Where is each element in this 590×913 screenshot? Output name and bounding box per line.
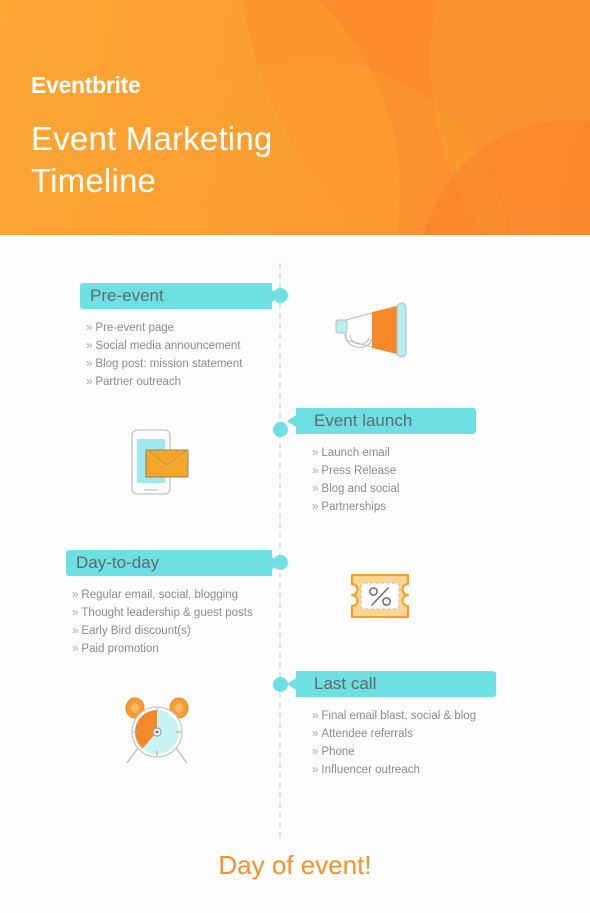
list-item-label: Paid promotion xyxy=(81,643,159,655)
section-label-event-launch: Event launch xyxy=(314,411,413,430)
section-label-bar-event-launch: Event launch xyxy=(287,408,476,434)
section-label-bar-pre-event: Pre-event xyxy=(80,283,281,309)
header-banner: Eventbrite Event Marketing Timeline xyxy=(0,0,590,235)
list-item-label: Attendee referrals xyxy=(321,728,413,740)
bullet-chevron-icon: » xyxy=(312,746,319,758)
list-item: » Attendee referrals xyxy=(312,725,496,743)
list-item-label: Press Release xyxy=(321,465,397,477)
label-pointer-icon xyxy=(287,678,296,690)
bullet-chevron-icon: » xyxy=(312,710,319,722)
megaphone-icon xyxy=(334,298,418,362)
timeline-node-dot xyxy=(273,422,288,437)
list-item: » Pre-event page xyxy=(86,319,272,337)
section-item-list-event-launch: » Launch email » Press Release » Blog and s… xyxy=(312,444,476,516)
list-item: » Blog and social xyxy=(312,480,476,498)
timeline-section-pre-event: Pre-event » Pre-event page » Social media … xyxy=(80,283,281,391)
eventbrite-logo: Eventbrite xyxy=(31,72,141,98)
list-item-label: Influencer outreach xyxy=(321,764,420,776)
infographic-page: Eventbrite Event Marketing Timeline Pre-… xyxy=(0,0,590,913)
list-item: » Launch email xyxy=(312,444,476,462)
list-item: » Partnerships xyxy=(312,498,476,516)
bullet-chevron-icon: » xyxy=(312,465,319,477)
phone-email-icon xyxy=(124,428,190,496)
alarm-clock-icon-svg xyxy=(125,697,189,764)
list-item-label: Phone xyxy=(321,746,355,758)
bullet-chevron-icon: » xyxy=(312,728,319,740)
list-item: » Blog post: mission statement xyxy=(86,355,272,373)
list-item-label: Early Bird discount(s) xyxy=(81,625,191,637)
bullet-chevron-icon: » xyxy=(86,376,93,388)
timeline-node-dot xyxy=(273,555,288,570)
timeline-node-dot xyxy=(273,677,288,692)
list-item: » Social media announcement xyxy=(86,337,272,355)
section-item-list-pre-event: » Pre-event page » Social media announceme… xyxy=(86,319,272,391)
list-item-label: Blog post: mission statement xyxy=(95,358,243,370)
list-item-label: Pre-event page xyxy=(95,322,175,334)
section-label-bar-last-call: Last call xyxy=(287,671,496,697)
timeline-section-day-to-day: Day-to-day » Regular email, social, blogg… xyxy=(66,550,281,658)
list-item-label: Launch email xyxy=(321,447,390,459)
bullet-chevron-icon: » xyxy=(312,447,319,459)
section-item-list-day-to-day: » Regular email, social, blogging » Though… xyxy=(72,586,272,658)
list-item-label: Blog and social xyxy=(321,483,400,495)
alarm-clock-icon xyxy=(122,696,192,766)
list-item-label: Final email blast, social & blog xyxy=(321,710,477,722)
megaphone-icon-svg xyxy=(335,302,407,358)
page-title-line-2: Timeline xyxy=(31,162,157,199)
page-title: Event Marketing Timeline xyxy=(31,118,451,202)
discount-ticket-icon xyxy=(348,571,412,621)
bullet-chevron-icon: » xyxy=(86,340,93,352)
footer-day-of-event: Day of event! xyxy=(218,850,372,880)
timeline-dashed-axis xyxy=(279,263,281,838)
list-item-label: Partnerships xyxy=(321,501,386,513)
list-item: » Press Release xyxy=(312,462,476,480)
bullet-chevron-icon: » xyxy=(72,625,79,637)
bullet-chevron-icon: » xyxy=(72,589,79,601)
section-label-pre-event: Pre-event xyxy=(90,286,164,305)
section-label-day-to-day: Day-to-day xyxy=(76,553,160,572)
list-item: » Final email blast, social & blog xyxy=(312,707,496,725)
list-item-label: Social media announcement xyxy=(95,340,241,352)
list-item: » Regular email, social, blogging xyxy=(72,586,272,604)
list-item-label: Partner outreach xyxy=(95,376,182,388)
label-pointer-icon xyxy=(287,415,296,427)
list-item: » Early Bird discount(s) xyxy=(72,622,272,640)
section-item-list-last-call: » Final email blast, social & blog » Atten… xyxy=(312,707,496,779)
list-item: » Partner outreach xyxy=(86,373,272,391)
list-item: » Thought leadership & guest posts xyxy=(72,604,272,622)
bullet-chevron-icon: » xyxy=(312,483,319,495)
bullet-chevron-icon: » xyxy=(72,607,79,619)
timeline-section-last-call: Last call » Final email blast, social & b… xyxy=(287,671,496,779)
list-item: » Phone xyxy=(312,743,496,761)
page-title-line-1: Event Marketing xyxy=(31,120,273,157)
list-item-label: Thought leadership & guest posts xyxy=(81,607,253,619)
list-item: » Influencer outreach xyxy=(312,761,496,779)
bullet-chevron-icon: » xyxy=(86,358,93,370)
bullet-chevron-icon: » xyxy=(312,764,319,776)
list-item-label: Regular email, social, blogging xyxy=(81,589,239,601)
list-item: » Paid promotion xyxy=(72,640,272,658)
discount-ticket-icon-svg xyxy=(350,573,410,619)
phone-email-icon-svg xyxy=(131,429,189,495)
bullet-chevron-icon: » xyxy=(72,643,79,655)
timeline-node-dot xyxy=(273,288,288,303)
timeline-section-event-launch: Event launch » Launch email » Press Releas… xyxy=(287,408,476,516)
section-label-bar-day-to-day: Day-to-day xyxy=(66,550,281,576)
bullet-chevron-icon: » xyxy=(312,501,319,513)
bullet-chevron-icon: » xyxy=(86,322,93,334)
section-label-last-call: Last call xyxy=(314,674,377,693)
